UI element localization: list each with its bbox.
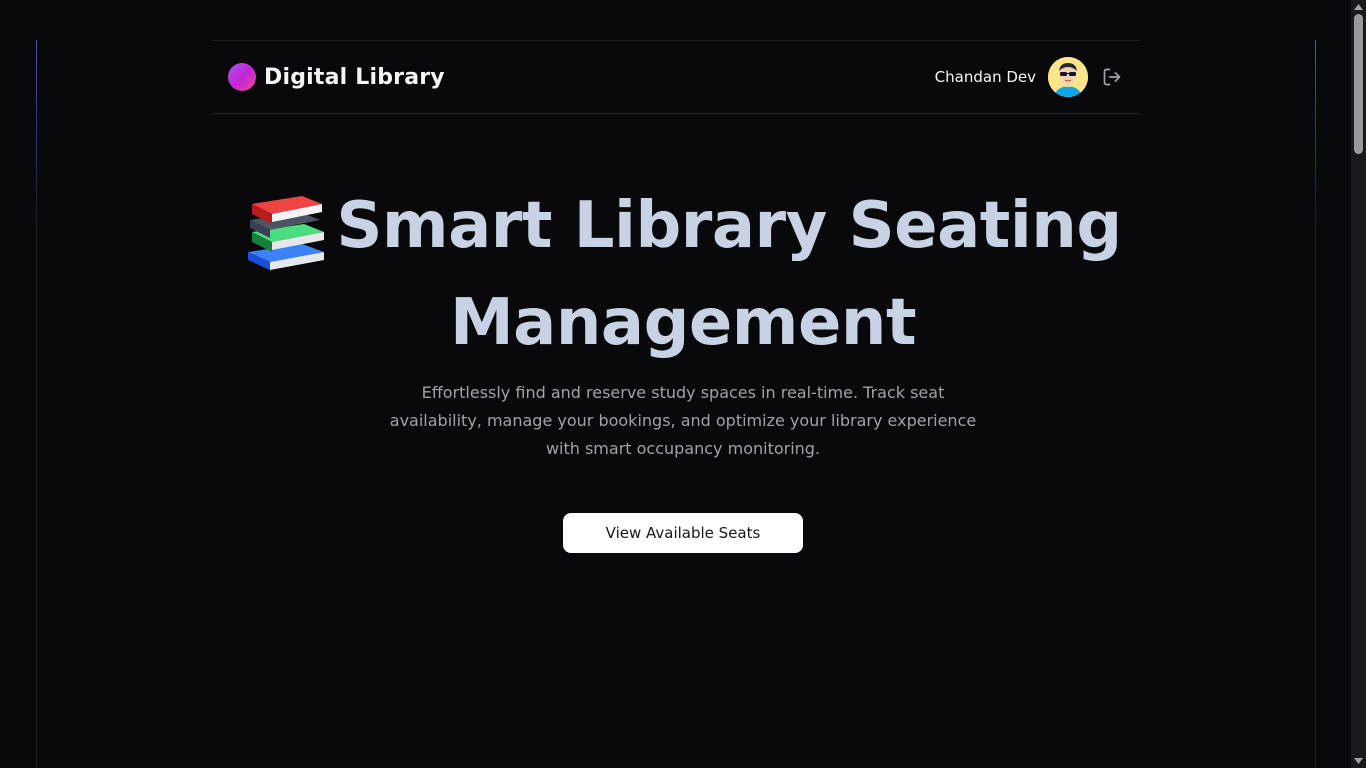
avatar-icon xyxy=(1048,57,1088,97)
logout-button[interactable] xyxy=(1100,65,1124,89)
hero-title: Smart Library Seating Management xyxy=(0,190,1366,359)
vertical-scrollbar[interactable] xyxy=(1351,0,1366,768)
user-name: Chandan Dev xyxy=(934,68,1036,86)
books-emoji-icon xyxy=(244,194,326,287)
hero-description: Effortlessly find and reserve study spac… xyxy=(389,383,977,458)
scroll-up-arrow-icon[interactable] xyxy=(1351,0,1366,14)
scrollbar-thumb[interactable] xyxy=(1354,14,1363,154)
hero-title-line2: Management xyxy=(449,286,917,360)
avatar[interactable] xyxy=(1048,57,1088,97)
logout-icon xyxy=(1103,68,1121,86)
page: Digital Library Chandan Dev Smart Librar… xyxy=(0,0,1366,768)
hero-section: Smart Library Seating Management Effortl… xyxy=(0,190,1366,553)
hero-title-line1: Smart Library Seating xyxy=(336,189,1122,263)
brand-name: Digital Library xyxy=(264,64,445,90)
view-available-seats-button[interactable]: View Available Seats xyxy=(563,513,803,553)
brand-logo-icon xyxy=(228,63,256,91)
brand[interactable]: Digital Library xyxy=(228,63,445,91)
user-area: Chandan Dev xyxy=(935,57,1124,97)
navbar: Digital Library Chandan Dev xyxy=(212,40,1140,114)
scroll-down-arrow-icon[interactable] xyxy=(1351,754,1366,768)
